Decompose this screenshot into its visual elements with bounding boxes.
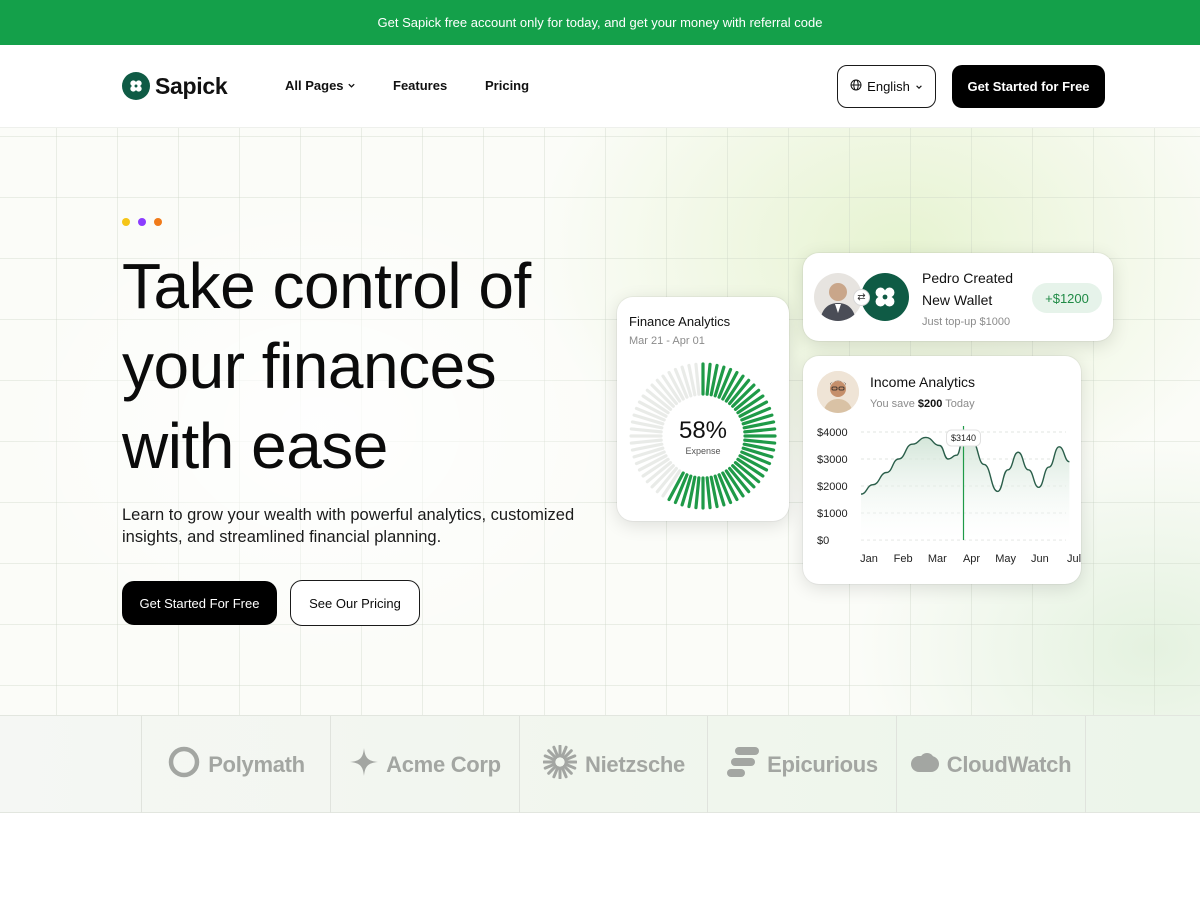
partner-polymath: Polymath: [141, 716, 331, 813]
x-tick-label: Jun: [1031, 553, 1049, 565]
income-subtitle-prefix: You save: [870, 398, 915, 410]
finance-card-range: Mar 21 - Apr 01: [629, 335, 705, 347]
y-tick-label: $1000: [817, 508, 848, 520]
partner-nietzsche: Nietzsche: [519, 716, 708, 813]
partner-name: CloudWatch: [946, 751, 1072, 777]
income-subtitle-amount: $200: [917, 398, 943, 410]
wallet-notification-card: ⇄ Pedro Created New Wallet Just top-up $…: [803, 253, 1113, 341]
nav-all-pages-label: All Pages: [285, 78, 344, 93]
yellow-dot: [122, 218, 130, 226]
partner-cloudwatch: CloudWatch: [896, 716, 1086, 813]
nav-pricing[interactable]: Pricing: [485, 78, 529, 93]
x-tick-label: Feb: [894, 553, 913, 565]
partner-logos-strip: Polymath Acme Corp Nietzsche Epicurious …: [0, 715, 1200, 813]
clover-icon: [122, 72, 150, 100]
purple-dot: [138, 218, 146, 226]
cloud-icon: [910, 752, 939, 778]
donut-tick-empty: [629, 438, 663, 445]
headline-line-1: Take control of: [122, 250, 531, 322]
y-tick-label: $4000: [817, 427, 848, 439]
donut-percent: 58%: [679, 417, 727, 444]
orange-dot: [154, 218, 162, 226]
nav-features-label: Features: [393, 78, 448, 93]
income-analytics-card: Income Analytics You save $200 Today $40…: [803, 356, 1081, 584]
headline-line-2: your finances: [122, 330, 497, 402]
income-subtitle-suffix: Today: [945, 398, 975, 410]
globe-icon: [850, 79, 862, 94]
income-card-subtitle: You save $200 Today: [870, 398, 975, 410]
hero-section: Take control of your finances with ease …: [0, 128, 1200, 715]
y-tick-label: $2000: [817, 481, 848, 493]
x-tick-label: Jan: [860, 553, 878, 565]
y-tick-label: $0: [817, 535, 829, 547]
partner-name: Epicurious: [767, 751, 878, 777]
partner-name: Nietzsche: [584, 751, 685, 777]
finance-card-title: Finance Analytics: [629, 314, 731, 329]
x-tick-label: Apr: [963, 553, 980, 565]
chevron-down-icon: [347, 78, 356, 93]
finance-analytics-card: Finance Analytics Mar 21 - Apr 01 58% Ex…: [617, 297, 789, 521]
swap-arrows-icon: ⇄: [853, 289, 870, 306]
amount-badge: +$1200: [1032, 283, 1102, 313]
nav-all-pages[interactable]: All Pages: [285, 78, 356, 93]
partner-epicurious: Epicurious: [707, 716, 897, 813]
avatar: [817, 371, 859, 413]
decorative-dots: [122, 218, 162, 226]
hero-subtitle: Learn to grow your wealth with powerful …: [122, 506, 575, 546]
highlight-tooltip-label: $3140: [951, 433, 976, 443]
navbar: Sapick All Pages Features Pricing Englis…: [0, 45, 1200, 128]
brand-logo[interactable]: Sapick: [122, 72, 228, 100]
donut-tick-filled: [705, 362, 712, 396]
sunburst-icon: [542, 744, 578, 785]
income-card-title: Income Analytics: [870, 374, 976, 390]
nav-pricing-label: Pricing: [485, 78, 530, 93]
donut-tick-filled: [743, 427, 777, 434]
donut-tick-filled: [694, 476, 701, 510]
announcement-bar: Get Sapick free account only for today, …: [0, 0, 1200, 45]
partner-name: Polymath: [208, 751, 305, 777]
partner-acme-corp: Acme Corp: [330, 716, 520, 813]
x-tick-label: Jul: [1067, 553, 1081, 565]
language-selector[interactable]: English: [837, 65, 936, 108]
y-tick-label: $3000: [817, 454, 848, 466]
donut-tick-filled: [705, 476, 712, 510]
headline-line-3: with ease: [122, 410, 388, 482]
donut-tick-empty: [629, 427, 663, 434]
hero-headline: Take control of your finances with ease: [122, 246, 642, 486]
chevron-down-icon: [915, 79, 923, 94]
wallet-card-subtitle: Just top-up $1000: [922, 316, 1011, 328]
wallet-card-title: Pedro Created New Wallet: [922, 270, 1014, 308]
sparkle-icon: [350, 747, 379, 782]
announcement-text: Get Sapick free account only for today, …: [377, 15, 823, 30]
nav-get-started-button[interactable]: Get Started for Free: [952, 65, 1105, 108]
nav-features[interactable]: Features: [393, 78, 447, 93]
expense-donut-chart: 58% Expense: [629, 362, 777, 510]
x-tick-label: May: [995, 553, 1016, 565]
x-tick-label: Mar: [928, 553, 947, 565]
donut-tick-empty: [694, 362, 701, 396]
get-started-button[interactable]: Get Started For Free: [122, 581, 277, 625]
partner-name: Acme Corp: [386, 751, 501, 777]
brand-name: Sapick: [155, 72, 228, 99]
area-fill: [861, 437, 1070, 540]
stacked-bars-icon: [727, 746, 760, 783]
see-pricing-button[interactable]: See Our Pricing: [290, 580, 420, 626]
language-label: English: [867, 79, 910, 94]
income-area-chart: $4000 $3000 $2000 $1000 $0 Jan Feb Mar Apr May Jun…: [817, 426, 1081, 565]
donut-caption: Expense: [685, 446, 720, 456]
donut-tick-filled: [743, 438, 777, 445]
ring-icon: [168, 746, 200, 784]
